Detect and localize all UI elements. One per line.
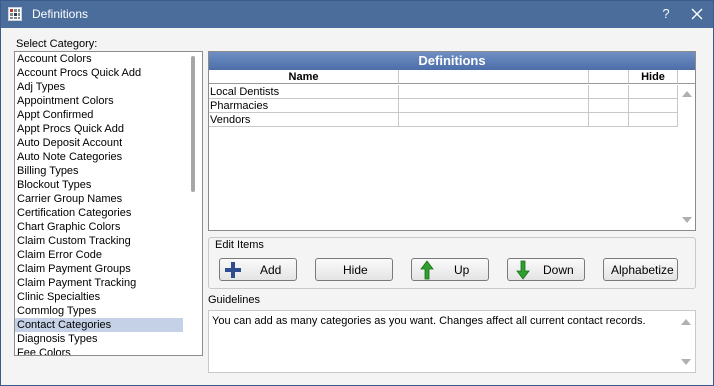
plus-icon: [225, 262, 241, 278]
hide-button-label: Hide: [343, 263, 368, 277]
definitions-window: Definitions ? Select Category: Account C…: [0, 0, 714, 386]
list-item[interactable]: Claim Error Code: [15, 248, 183, 262]
list-item[interactable]: Auto Deposit Account: [15, 136, 183, 150]
row-name: Pharmacies: [209, 99, 399, 113]
row-col2: [399, 99, 589, 113]
table-row[interactable]: Pharmacies: [209, 99, 678, 113]
guidelines-box: You can add as many categories as you wa…: [208, 310, 696, 373]
edit-items-label: Edit Items: [215, 239, 264, 251]
list-item[interactable]: Blockout Types: [15, 178, 183, 192]
scroll-up-icon[interactable]: [682, 91, 692, 97]
list-item[interactable]: Billing Types: [15, 164, 183, 178]
up-button-label: Up: [454, 263, 470, 277]
list-item[interactable]: Carrier Group Names: [15, 192, 183, 206]
grid-app-icon: [8, 7, 22, 21]
list-item[interactable]: Auto Note Categories: [15, 150, 183, 164]
table-row[interactable]: Vendors: [209, 113, 678, 127]
close-icon[interactable]: [689, 6, 705, 22]
title-bar[interactable]: Definitions ?: [1, 1, 713, 28]
hide-button[interactable]: Hide: [315, 258, 393, 281]
row-name: Vendors: [209, 113, 399, 127]
list-item[interactable]: Account Procs Quick Add: [15, 66, 183, 80]
green-down-arrow-icon: [516, 260, 530, 280]
list-item[interactable]: Appt Procs Quick Add: [15, 122, 183, 136]
row-col2: [399, 85, 589, 99]
row-hide: [629, 85, 678, 99]
guidelines-text: You can add as many categories as you wa…: [212, 315, 646, 327]
list-item[interactable]: Commlog Types: [15, 304, 183, 318]
table-row[interactable]: Local Dentists: [209, 85, 678, 99]
list-item[interactable]: Claim Payment Groups: [15, 262, 183, 276]
alphabetize-button-label: Alphabetize: [611, 263, 674, 277]
definitions-grid-header: Definitions: [209, 52, 695, 70]
down-button[interactable]: Down: [507, 258, 585, 281]
list-item[interactable]: Certification Categories: [15, 206, 183, 220]
category-items: Account Colors Account Procs Quick Add Adj…: [15, 52, 202, 355]
column-header-hide[interactable]: Hide: [629, 70, 678, 84]
row-col2: [399, 113, 589, 127]
list-item[interactable]: Chart Graphic Colors: [15, 220, 183, 234]
add-button-label: Add: [260, 263, 282, 277]
guidelines-scrollbar[interactable]: [677, 311, 694, 371]
category-scrollbar[interactable]: [185, 52, 202, 355]
add-button[interactable]: Add: [219, 258, 297, 281]
list-item[interactable]: Claim Payment Tracking: [15, 276, 183, 290]
green-up-arrow-icon: [420, 260, 434, 280]
column-header-spacer: [678, 70, 695, 84]
row-col3: [589, 85, 629, 99]
row-hide: [629, 113, 678, 127]
category-list[interactable]: Account Colors Account Procs Quick Add Adj…: [14, 51, 203, 356]
up-button[interactable]: Up: [411, 258, 489, 281]
row-name: Local Dentists: [209, 85, 399, 99]
list-item[interactable]: Contact Categories: [15, 318, 183, 332]
list-item[interactable]: Adj Types: [15, 80, 183, 94]
list-item[interactable]: Account Colors: [15, 52, 183, 66]
definitions-scrollbar[interactable]: [678, 85, 695, 229]
category-scrollbar-thumb[interactable]: [191, 56, 195, 192]
down-button-label: Down: [543, 263, 574, 277]
select-category-label: Select Category:: [16, 38, 98, 50]
definitions-grid: Definitions Name Hide Local Dentists Pha…: [208, 51, 696, 231]
row-col3: [589, 113, 629, 127]
scroll-up-icon[interactable]: [681, 319, 691, 325]
help-button[interactable]: ?: [658, 6, 674, 22]
row-hide: [629, 99, 678, 113]
list-item[interactable]: Clinic Specialties: [15, 290, 183, 304]
scroll-down-icon[interactable]: [682, 217, 692, 223]
alphabetize-button[interactable]: Alphabetize: [603, 258, 678, 281]
column-header-3[interactable]: [589, 70, 629, 84]
column-header-name[interactable]: Name: [209, 70, 399, 84]
list-item[interactable]: Fee Colors: [15, 346, 183, 355]
guidelines-label: Guidelines: [208, 294, 260, 306]
scroll-down-icon[interactable]: [681, 359, 691, 365]
list-item[interactable]: Appointment Colors: [15, 94, 183, 108]
column-header-2[interactable]: [399, 70, 589, 84]
list-item[interactable]: Diagnosis Types: [15, 332, 183, 346]
list-item[interactable]: Appt Confirmed: [15, 108, 183, 122]
window-title: Definitions: [32, 7, 89, 21]
row-col3: [589, 99, 629, 113]
list-item[interactable]: Claim Custom Tracking: [15, 234, 183, 248]
